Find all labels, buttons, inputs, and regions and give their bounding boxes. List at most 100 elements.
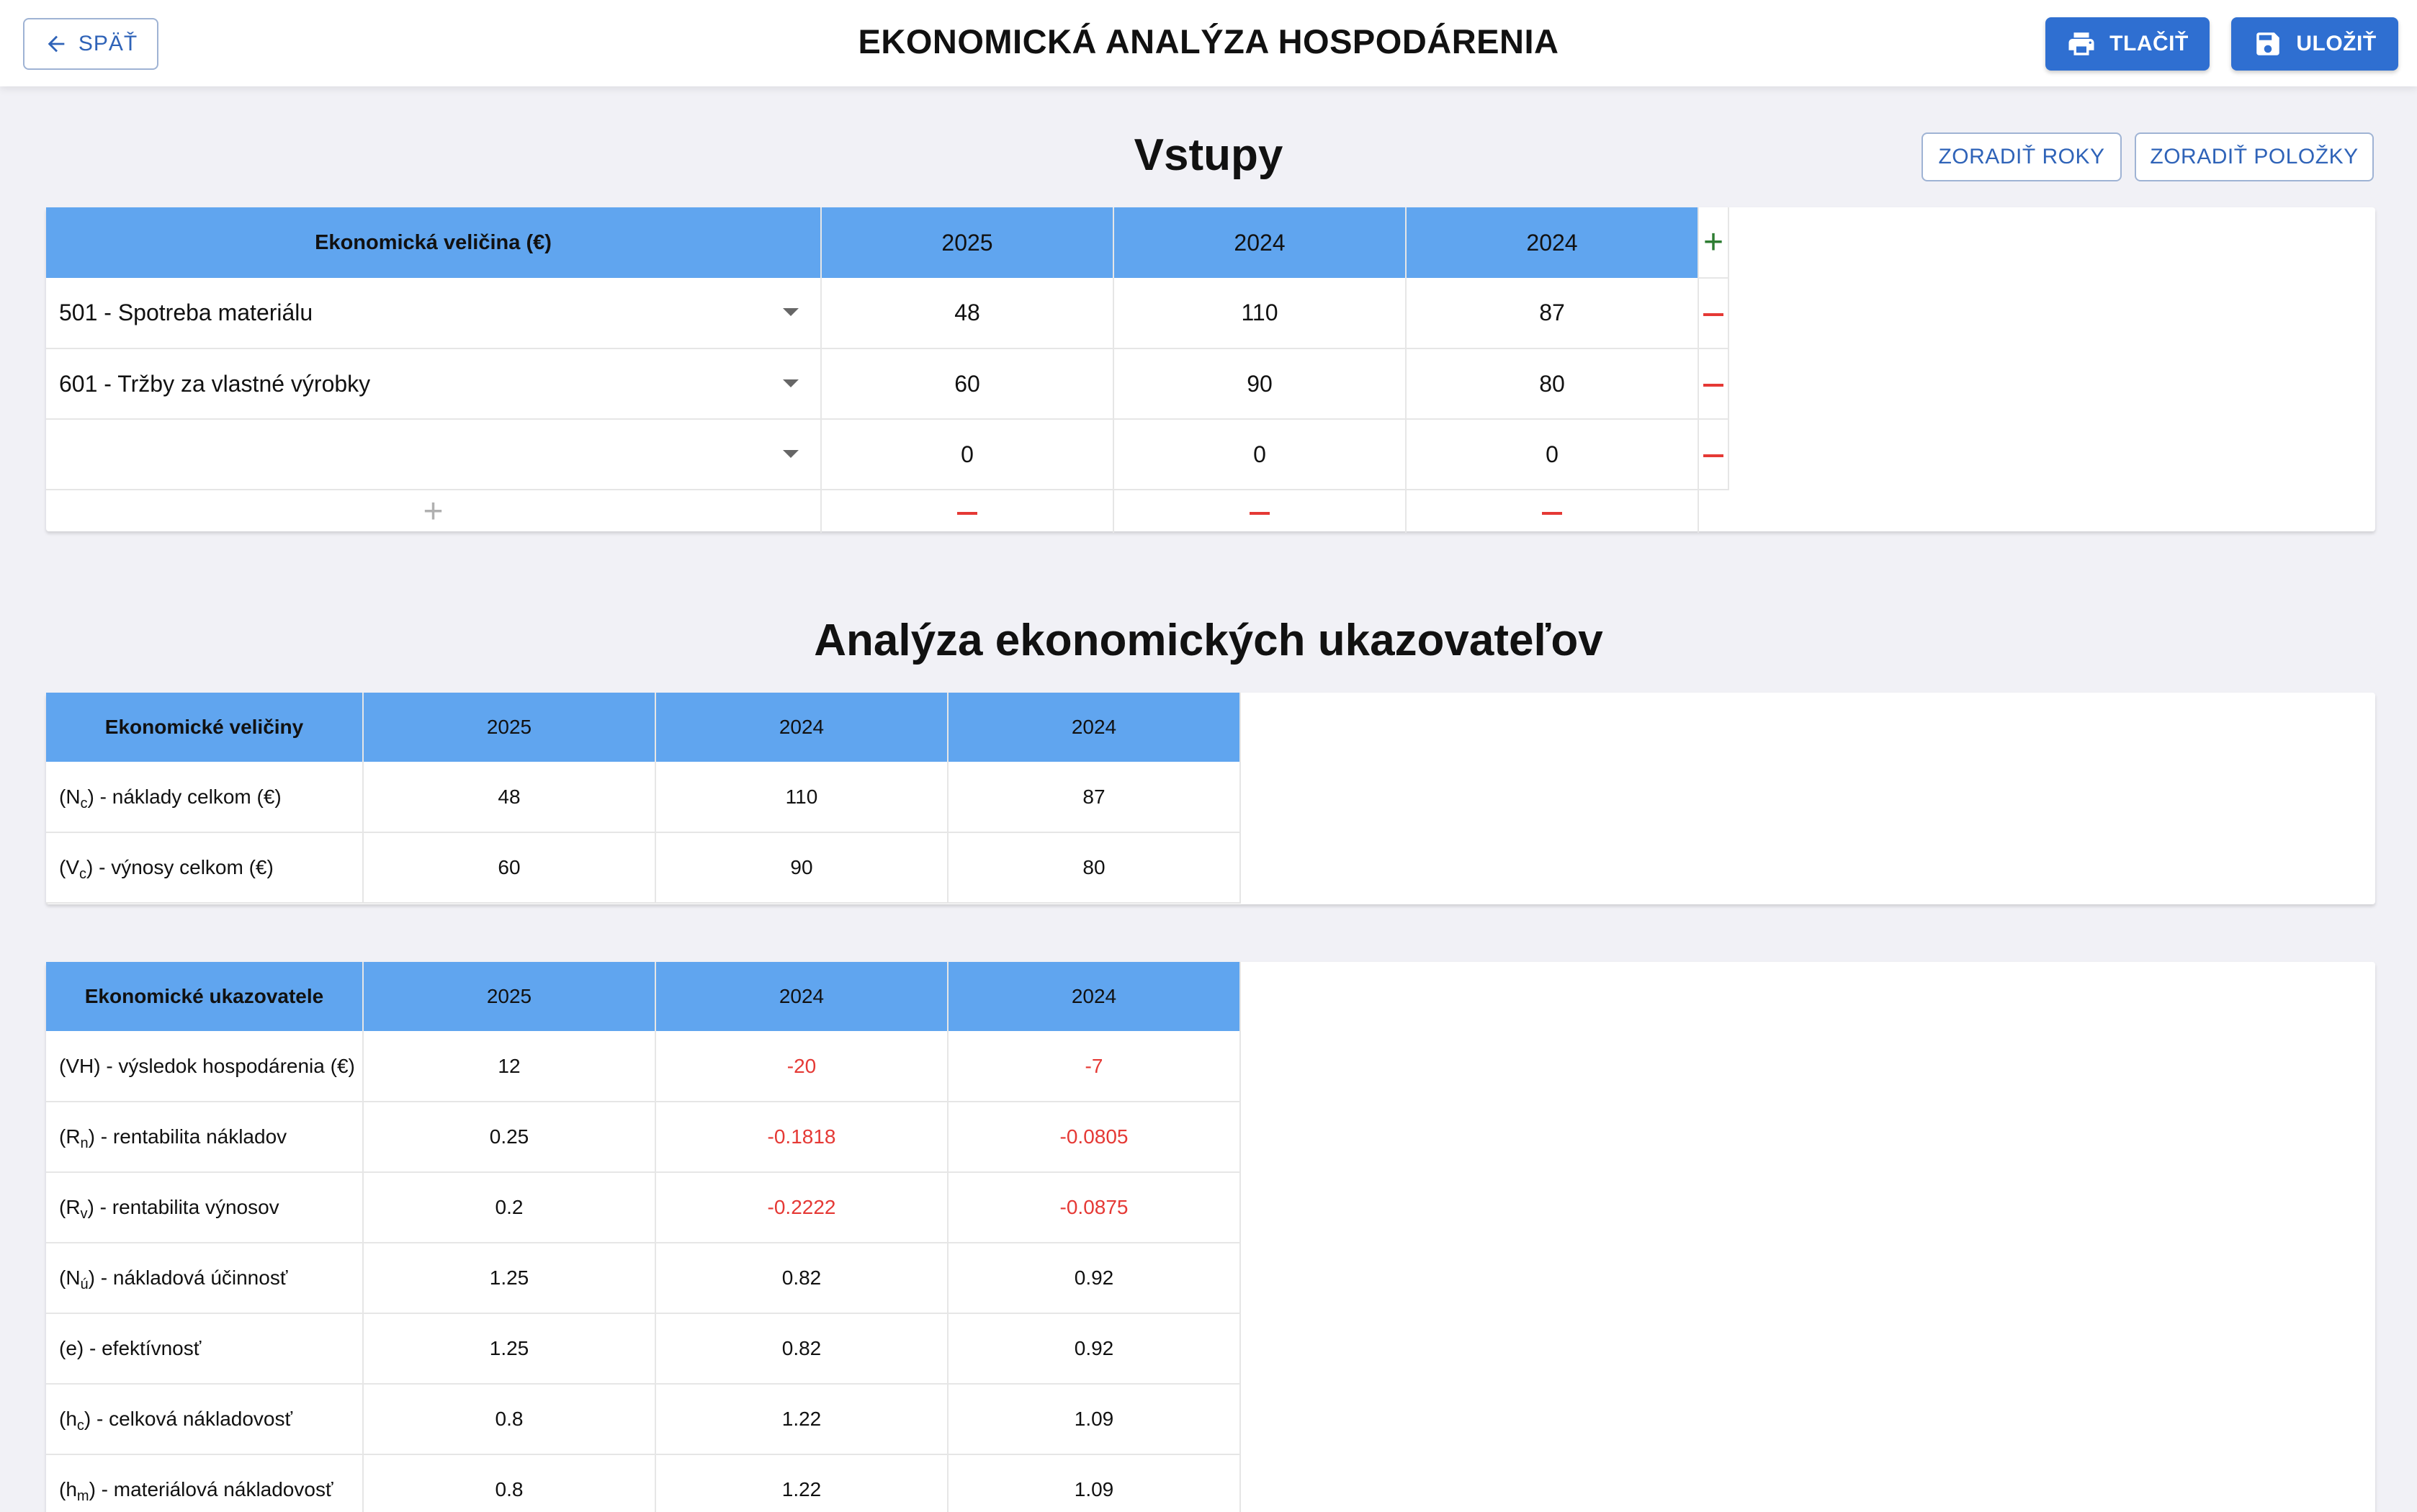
indicators-table: Ekonomické ukazovatele 2025 2024 2024 (V… [46, 962, 1241, 1512]
item-select[interactable]: 601 - Tržby za vlastné výrobky [46, 348, 822, 420]
value-cell: 0.8 [363, 1384, 656, 1455]
indicators-header-year: 2025 [363, 962, 656, 1031]
remove-row-button[interactable] [1698, 348, 1729, 420]
value-cell[interactable]: 0 [821, 419, 1114, 490]
label-text: ) - rentabilita nákladov [88, 1125, 287, 1148]
inputs-row: 601 - Tržby za vlastné výrobky 60 90 80 [46, 348, 1729, 420]
value-cell[interactable]: 80 [1406, 348, 1699, 420]
inputs-header-year[interactable]: 2025 [821, 207, 1114, 278]
inputs-table: Ekonomická veličina (€) 2025 2024 2024 +… [46, 207, 1729, 533]
dropdown-arrow-icon [783, 308, 799, 316]
label-text: (R [59, 1196, 81, 1218]
item-select-value: 601 - Tržby za vlastné výrobky [59, 370, 371, 397]
value-cell: -7 [948, 1031, 1241, 1102]
value-cell: 0.92 [948, 1243, 1241, 1314]
indicator-label: (VH) - výsledok hospodárenia (€) [46, 1031, 364, 1102]
label-text: (V [59, 856, 79, 878]
label-text: ) - celková nákladovosť [84, 1408, 292, 1430]
remove-column-button[interactable] [821, 490, 1114, 533]
label-text: (R [59, 1125, 81, 1148]
indicators-header-year: 2024 [948, 962, 1241, 1031]
label-text: (N [59, 1266, 81, 1289]
inputs-header-year[interactable]: 2024 [1113, 207, 1407, 278]
indicator-label: (Rv) - rentabilita výnosov [46, 1172, 364, 1243]
print-button-label: TLAČIŤ [2109, 32, 2189, 55]
print-button[interactable]: TLAČIŤ [2045, 17, 2210, 71]
minus-icon [957, 511, 977, 515]
inputs-header-year[interactable]: 2024 [1406, 207, 1699, 278]
value-cell: 90 [655, 832, 949, 904]
value-cell: 48 [363, 762, 656, 833]
value-cell: 1.22 [655, 1384, 949, 1455]
item-select[interactable]: 501 - Spotreba materiálu [46, 278, 822, 349]
indicators-header-row: Ekonomické ukazovatele 2025 2024 2024 [46, 962, 1241, 1031]
minus-icon [1703, 313, 1723, 317]
indicator-label: (Nú) - nákladová účinnosť [46, 1243, 364, 1314]
indicators-header-label: Ekonomické ukazovatele [46, 962, 364, 1031]
value-cell: 0.82 [655, 1313, 949, 1385]
value-cell: 0.92 [948, 1313, 1241, 1385]
value-cell: 1.25 [363, 1243, 656, 1314]
indicator-label: (hm) - materiálová nákladovosť [46, 1454, 364, 1512]
item-select[interactable] [46, 419, 822, 490]
label-subscript: ú [80, 1277, 89, 1292]
indicator-row: (VH) - výsledok hospodárenia (€) 12 -20 -7 [46, 1031, 1241, 1102]
value-cell: -0.0805 [948, 1102, 1241, 1173]
indicator-label: (e) - efektívnosť [46, 1313, 364, 1385]
add-year-button[interactable]: + [1698, 207, 1729, 279]
indicators-card: Ekonomické ukazovatele 2025 2024 2024 (V… [46, 962, 2375, 1512]
value-cell: 87 [948, 762, 1241, 833]
inputs-header-row: Ekonomická veličina (€) 2025 2024 2024 + [46, 207, 1729, 279]
value-cell[interactable]: 60 [821, 348, 1114, 420]
quantities-header-label: Ekonomické veličiny [46, 693, 364, 762]
label-subscript: c [80, 795, 88, 811]
add-row-button[interactable]: + [46, 490, 822, 533]
quantities-row: (Nc) - náklady celkom (€) 48 110 87 [46, 762, 1241, 833]
inputs-footer-row: + [46, 490, 1728, 533]
label-text: ) - rentabilita výnosov [87, 1196, 279, 1218]
quantity-label: (Nc) - náklady celkom (€) [46, 762, 364, 833]
value-cell[interactable]: 87 [1406, 278, 1699, 349]
remove-row-button[interactable] [1698, 419, 1729, 490]
value-cell: 0.8 [363, 1454, 656, 1512]
label-subscript: c [76, 1418, 84, 1434]
save-button[interactable]: ULOŽIŤ [2231, 17, 2398, 71]
value-cell[interactable]: 0 [1113, 419, 1407, 490]
sort-years-button[interactable]: ZORADIŤ ROKY [1922, 132, 2122, 181]
inputs-row: 501 - Spotreba materiálu 48 110 87 [46, 278, 1729, 349]
quantities-card: Ekonomické veličiny 2025 2024 2024 (Nc) … [46, 693, 2375, 904]
inputs-header-quantity: Ekonomická veličina (€) [46, 207, 822, 278]
indicators-header-year: 2024 [655, 962, 949, 1031]
indicator-row: (e) - efektívnosť 1.25 0.82 0.92 [46, 1313, 1241, 1385]
label-text: (e) - efektívnosť [59, 1337, 202, 1359]
value-cell[interactable]: 48 [821, 278, 1114, 349]
remove-column-button[interactable] [1406, 490, 1699, 533]
indicator-row: (hc) - celková nákladovosť 0.8 1.22 1.09 [46, 1384, 1241, 1455]
value-cell[interactable]: 110 [1113, 278, 1407, 349]
quantities-row: (Vc) - výnosy celkom (€) 60 90 80 [46, 832, 1241, 904]
label-text: ) - nákladová účinnosť [88, 1266, 288, 1289]
quantities-header-year: 2024 [948, 693, 1241, 762]
label-text: ) - materiálová nákladovosť [89, 1478, 333, 1500]
value-cell: -20 [655, 1031, 949, 1102]
label-subscript: n [80, 1135, 89, 1151]
dropdown-arrow-icon [783, 379, 799, 387]
top-bar: SPÄŤ EKONOMICKÁ ANALÝZA HOSPODÁRENIA TLA… [0, 0, 2417, 86]
minus-icon [1542, 511, 1562, 515]
value-cell: 0.25 [363, 1102, 656, 1173]
sort-items-button[interactable]: ZORADIŤ POLOŽKY [2135, 132, 2374, 181]
item-select-value: 501 - Spotreba materiálu [59, 300, 313, 325]
value-cell: -0.1818 [655, 1102, 949, 1173]
remove-column-button[interactable] [1113, 490, 1407, 533]
analysis-title: Analýza ekonomických ukazovateľov [814, 616, 1603, 665]
dropdown-arrow-icon [783, 450, 799, 458]
remove-row-button[interactable] [1698, 278, 1729, 349]
minus-icon [1703, 454, 1723, 458]
value-cell[interactable]: 90 [1113, 348, 1407, 420]
label-text: (N [59, 785, 81, 808]
value-cell: 60 [363, 832, 656, 904]
empty-cell [1698, 490, 1728, 533]
label-subscript: c [79, 866, 86, 882]
quantity-label: (Vc) - výnosy celkom (€) [46, 832, 364, 904]
value-cell[interactable]: 0 [1406, 419, 1699, 490]
